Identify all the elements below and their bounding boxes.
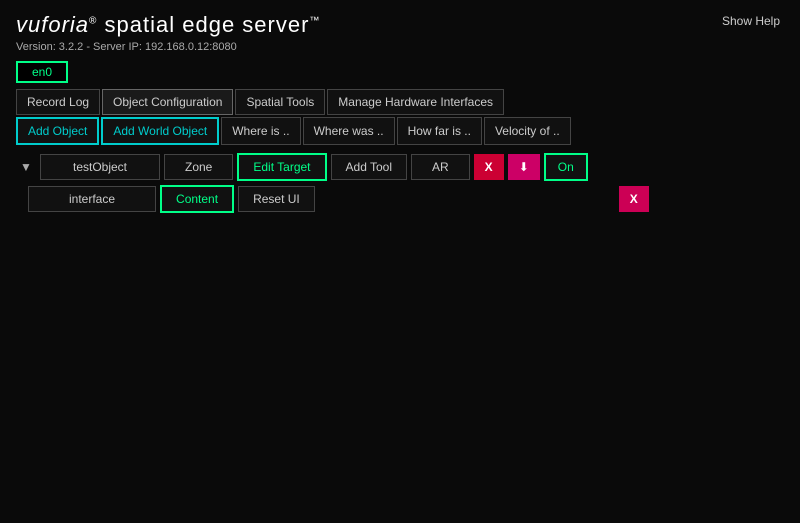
object-row-2: interface Content Reset UI X xyxy=(28,185,800,213)
reset-ui-button[interactable]: Reset UI xyxy=(238,186,315,212)
manage-hw-button[interactable]: Manage Hardware Interfaces xyxy=(327,89,504,115)
logo-vuforia: vuforia xyxy=(16,12,89,37)
network-bar: en0 xyxy=(0,59,800,89)
object-config-button[interactable]: Object Configuration xyxy=(102,89,233,115)
record-log-button[interactable]: Record Log xyxy=(16,89,100,115)
app-logo: vuforia® spatial edge server™ xyxy=(16,12,320,38)
x-button-1[interactable]: X xyxy=(474,154,504,180)
interface-button[interactable]: interface xyxy=(28,186,156,212)
add-world-object-button[interactable]: Add World Object xyxy=(101,117,219,145)
download-button[interactable]: ⬇ xyxy=(508,154,540,180)
velocity-button[interactable]: Velocity of .. xyxy=(484,117,571,145)
version-text: Version: 3.2.2 - Server IP: 192.168.0.12… xyxy=(16,41,320,53)
en0-button[interactable]: en0 xyxy=(16,61,68,83)
on-button[interactable]: On xyxy=(544,153,588,181)
test-object-button[interactable]: testObject xyxy=(40,154,160,180)
edit-target-button[interactable]: Edit Target xyxy=(237,153,326,181)
logo-rest: spatial edge server xyxy=(97,12,309,37)
x-button-2[interactable]: X xyxy=(619,186,649,212)
expand-toggle[interactable]: ▼ xyxy=(16,158,36,176)
download-icon: ⬇ xyxy=(519,160,529,174)
show-help-button[interactable]: Show Help xyxy=(718,12,784,30)
toolbar-row-2: Add Object Add World Object Where is .. … xyxy=(0,117,800,145)
zone-button[interactable]: Zone xyxy=(164,154,233,180)
logo-area: vuforia® spatial edge server™ Version: 3… xyxy=(16,12,320,53)
where-is-button[interactable]: Where is .. xyxy=(221,117,300,145)
header: vuforia® spatial edge server™ Version: 3… xyxy=(0,0,800,59)
how-far-button[interactable]: How far is .. xyxy=(397,117,482,145)
where-was-button[interactable]: Where was .. xyxy=(303,117,395,145)
object-row-1: ▼ testObject Zone Edit Target Add Tool A… xyxy=(0,153,800,181)
spatial-tools-button[interactable]: Spatial Tools xyxy=(235,89,325,115)
add-object-button[interactable]: Add Object xyxy=(16,117,99,145)
content-button[interactable]: Content xyxy=(160,185,234,213)
add-tool-button[interactable]: Add Tool xyxy=(331,154,407,180)
toolbar-row-1: Record Log Object Configuration Spatial … xyxy=(0,89,800,115)
ar-button[interactable]: AR xyxy=(411,154,470,180)
logo-tm: ™ xyxy=(309,16,320,27)
